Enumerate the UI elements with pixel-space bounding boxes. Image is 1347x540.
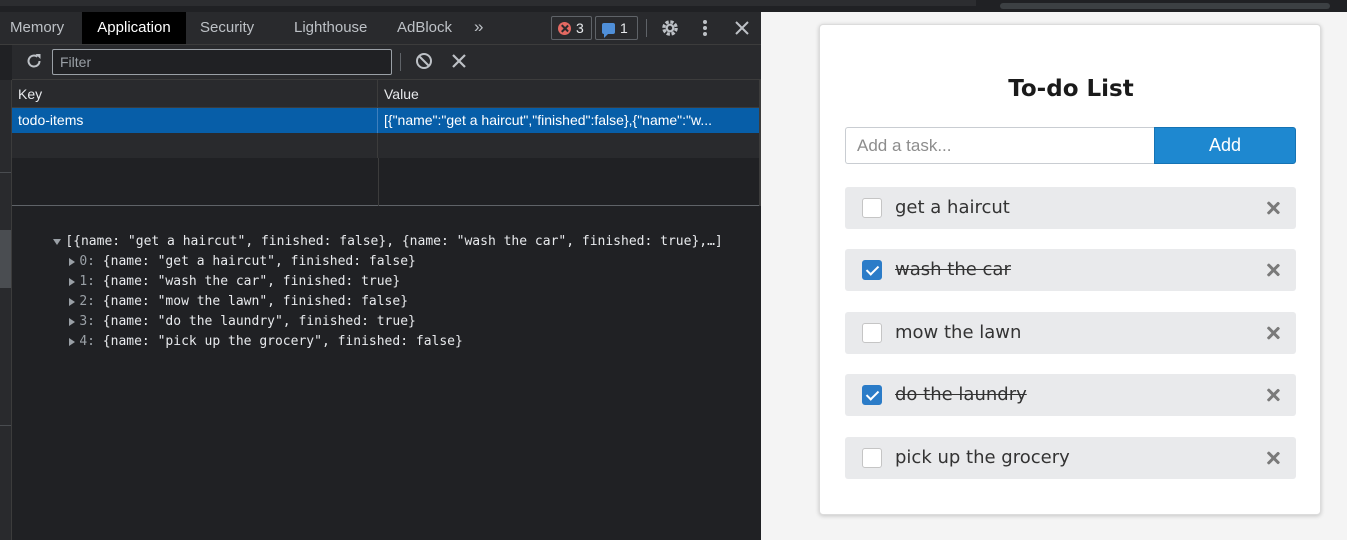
toolbar-divider <box>400 53 401 71</box>
error-count-badge[interactable]: 3 <box>551 16 592 40</box>
devtools-left-gutter <box>0 80 12 540</box>
clear-all-icon[interactable] <box>415 52 433 70</box>
list-item[interactable]: 4: {name: "pick up the grocery", finishe… <box>36 312 463 349</box>
tab-overflow-chevron-icon[interactable]: » <box>474 12 483 44</box>
table-row-empty[interactable] <box>12 133 761 158</box>
column-header-value[interactable]: Value <box>378 80 761 108</box>
error-count: 3 <box>576 20 584 36</box>
list-item[interactable]: 0: {name: "get a haircut", finished: fal… <box>36 232 416 269</box>
tab-adblock[interactable]: AdBlock <box>387 12 462 44</box>
tab-lighthouse[interactable]: Lighthouse <box>284 12 377 44</box>
delete-todo-icon[interactable] <box>1265 387 1281 403</box>
tab-memory[interactable]: Memory <box>0 12 74 44</box>
todo-checkbox[interactable] <box>862 323 882 343</box>
todo-label: mow the lawn <box>895 322 1022 343</box>
delete-todo-icon[interactable] <box>1265 200 1281 216</box>
window-top-bar <box>0 0 1347 12</box>
gutter-mark <box>0 425 11 426</box>
app-viewport: To-do List Add get a haircut wash the ca… <box>761 12 1347 540</box>
message-icon <box>602 23 615 38</box>
value-preview-pane: [{name: "get a haircut", finished: false… <box>12 207 761 540</box>
refresh-icon[interactable] <box>24 51 44 71</box>
add-button[interactable]: Add <box>1154 127 1296 164</box>
tab-security[interactable]: Security <box>190 12 264 44</box>
devtools-tab-bar: Memory Application Security Lighthouse A… <box>0 12 761 45</box>
column-divider <box>378 158 379 206</box>
row-value: [{"name":"get a haircut","finished":fals… <box>384 112 713 128</box>
delete-icon[interactable] <box>448 50 470 72</box>
message-count: 1 <box>620 20 628 36</box>
top-scroll-thumb[interactable] <box>1000 3 1330 9</box>
todo-checkbox-checked[interactable] <box>862 385 882 405</box>
filter-input[interactable] <box>52 49 392 75</box>
todo-checkbox-checked[interactable] <box>862 260 882 280</box>
table-row[interactable]: todo-items [{"name":"get a haircut","fin… <box>12 108 761 133</box>
row-key: todo-items <box>12 108 378 133</box>
todo-checkbox[interactable] <box>862 448 882 468</box>
todo-card: To-do List Add get a haircut wash the ca… <box>819 24 1321 515</box>
todo-label: get a haircut <box>895 197 1010 218</box>
todo-label: pick up the grocery <box>895 447 1070 468</box>
delete-todo-icon[interactable] <box>1265 262 1281 278</box>
delete-todo-icon[interactable] <box>1265 325 1281 341</box>
delete-todo-icon[interactable] <box>1265 450 1281 466</box>
error-icon <box>558 22 571 35</box>
row-key-empty <box>12 133 378 158</box>
todo-item: pick up the grocery <box>845 437 1296 479</box>
gutter-mark <box>0 172 11 173</box>
message-count-badge[interactable]: 1 <box>595 16 638 40</box>
list-item[interactable]: 2: {name: "mow the lawn", finished: fals… <box>36 272 408 309</box>
page-title: To-do List <box>1008 76 1134 102</box>
collapsed-triangle-icon[interactable] <box>69 337 76 346</box>
list-item[interactable]: 1: {name: "wash the car", finished: true… <box>36 252 400 289</box>
close-icon[interactable] <box>729 12 755 44</box>
task-input[interactable] <box>845 127 1155 164</box>
column-header-key[interactable]: Key <box>12 80 378 108</box>
gutter-selection <box>0 230 11 288</box>
todo-label: wash the car <box>895 259 1011 280</box>
todo-checkbox[interactable] <box>862 198 882 218</box>
todo-item: mow the lawn <box>845 312 1296 354</box>
settings-gear-icon[interactable] <box>657 12 683 44</box>
todo-item: wash the car <box>845 249 1296 291</box>
tab-application[interactable]: Application <box>82 12 186 44</box>
top-scroll-track <box>0 0 976 6</box>
todo-item: get a haircut <box>845 187 1296 229</box>
list-item[interactable]: 3: {name: "do the laundry", finished: tr… <box>36 292 416 329</box>
toolbar-divider <box>646 19 647 37</box>
preview-summary-line[interactable]: [{name: "get a haircut", finished: false… <box>22 212 723 249</box>
local-storage-table: Key Value todo-items [{"name":"get a hai… <box>12 80 761 206</box>
todo-label: do the laundry <box>895 384 1027 405</box>
kebab-menu-icon[interactable] <box>692 12 718 44</box>
todo-item: do the laundry <box>845 374 1296 416</box>
storage-toolbar <box>12 45 761 80</box>
